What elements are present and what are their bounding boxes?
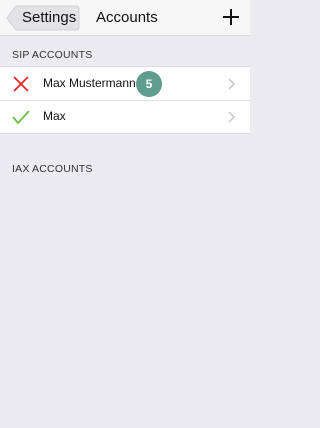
section-header-sip: SIP ACCOUNTS — [12, 49, 93, 61]
add-account-button[interactable] — [220, 6, 242, 28]
checkmark-icon — [12, 110, 30, 125]
chevron-right-icon — [228, 78, 236, 90]
account-row-max-mustermann[interactable]: Max Mustermann 5 — [0, 67, 250, 100]
notification-badge: 5 — [136, 71, 162, 97]
account-row-max[interactable]: Max — [0, 100, 250, 133]
chevron-right-icon — [228, 111, 236, 123]
section-header-iax: IAX ACCOUNTS — [12, 163, 93, 175]
page-title: Accounts — [96, 9, 158, 26]
x-mark-icon — [13, 76, 29, 92]
navigation-bar: Settings Accounts — [0, 0, 250, 36]
account-name: Max Mustermann — [43, 76, 136, 90]
back-button-settings[interactable]: Settings — [6, 5, 80, 31]
back-button-label: Settings — [22, 9, 77, 26]
account-name: Max — [43, 109, 66, 123]
plus-icon — [223, 9, 239, 25]
sip-accounts-list: Max Mustermann 5 Max — [0, 66, 250, 134]
